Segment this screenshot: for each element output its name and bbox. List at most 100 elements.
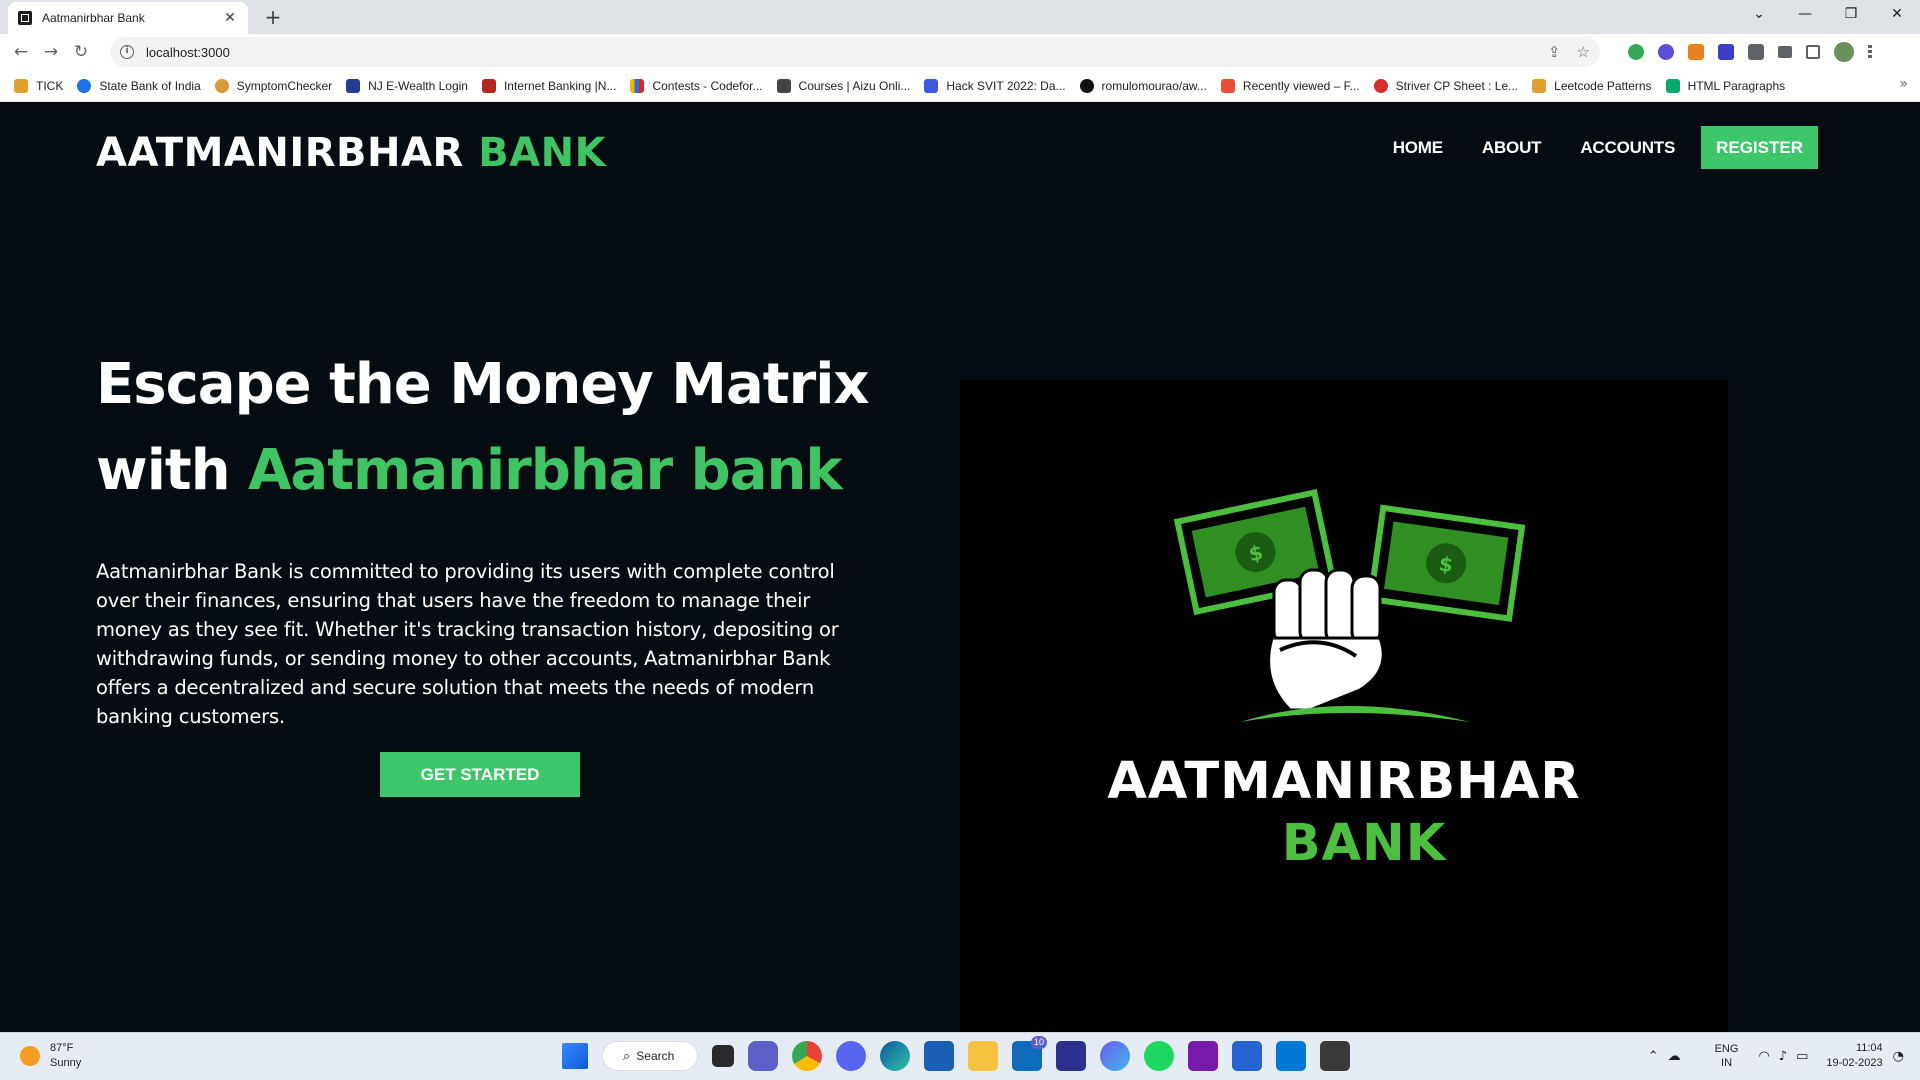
nav-accounts[interactable]: ACCOUNTS: [1580, 138, 1675, 158]
teams-icon[interactable]: [748, 1041, 778, 1071]
bookmark-item[interactable]: Contests - Codefor...: [630, 78, 763, 93]
bookmarks-overflow-icon[interactable]: »: [1899, 76, 1908, 92]
copilot-icon[interactable]: [1100, 1041, 1130, 1071]
tab-close-icon[interactable]: ✕: [222, 10, 238, 26]
chevron-up-icon[interactable]: ⌃: [1648, 1049, 1659, 1064]
notification-bell-icon[interactable]: ◔: [1893, 1049, 1904, 1064]
hero-description: Aatmanirbhar Bank is committed to provid…: [96, 560, 839, 728]
bookmark-star-icon[interactable]: ☆: [1577, 43, 1590, 61]
bookmark-item[interactable]: Striver CP Sheet : Le...: [1373, 78, 1518, 93]
browser-tab-active[interactable]: Aatmanirbhar Bank ✕: [8, 2, 248, 34]
edge-icon[interactable]: [880, 1041, 910, 1071]
hero-title-with: with: [96, 438, 231, 503]
bookmark-favicon-icon: [1665, 78, 1680, 93]
bookmark-favicon-icon: [346, 78, 361, 93]
swoosh-icon: [1240, 706, 1470, 722]
nav-about[interactable]: ABOUT: [1482, 138, 1542, 158]
extension-hex-icon[interactable]: [1718, 44, 1734, 60]
bookmark-favicon-icon: [1373, 78, 1388, 93]
extensions-puzzle-icon[interactable]: [1748, 44, 1764, 60]
chrome-menu-icon[interactable]: [1868, 45, 1872, 59]
logo-word-accent: BANK: [1281, 814, 1447, 873]
minimize-button[interactable]: —: [1782, 0, 1828, 30]
bookmark-favicon-icon: [14, 78, 28, 93]
hero-title-line2: with Aatmanirbhar bank: [96, 428, 916, 514]
task-view-icon[interactable]: [712, 1045, 734, 1067]
file-explorer-icon[interactable]: [968, 1041, 998, 1071]
bookmark-item[interactable]: NJ E-Wealth Login: [346, 78, 468, 93]
brand-accent: BANK: [478, 130, 607, 176]
url-text[interactable]: localhost:3000: [146, 45, 230, 60]
reload-icon[interactable]: ↻: [66, 37, 96, 67]
bookmark-item[interactable]: Internet Banking |N...: [481, 78, 616, 93]
metamask-icon[interactable]: [1688, 44, 1704, 60]
onenote-icon[interactable]: [1188, 1041, 1218, 1071]
nav-home[interactable]: HOME: [1393, 138, 1443, 158]
weather-widget[interactable]: 87°F Sunny: [20, 1041, 81, 1071]
bookmark-favicon-icon: [481, 78, 496, 93]
bookmark-item[interactable]: SymptomChecker: [214, 78, 332, 93]
clock-time: 11:04: [1855, 1042, 1883, 1054]
bookmark-item[interactable]: Courses | Aizu Onli...: [776, 78, 910, 93]
register-button[interactable]: REGISTER: [1701, 126, 1818, 169]
language-indicator[interactable]: ENG IN: [1715, 1042, 1739, 1070]
weather-desc: Sunny: [50, 1057, 82, 1069]
back-icon[interactable]: ←: [6, 37, 36, 67]
tab-search-icon[interactable]: ⌄: [1736, 0, 1782, 30]
vscode-icon[interactable]: [1276, 1041, 1306, 1071]
hero-logo-image: $ $ AATMANIRBHAR BANK: [960, 380, 1728, 1032]
clock[interactable]: 11:04 19-02-2023: [1826, 1041, 1882, 1071]
profile-avatar[interactable]: [1834, 42, 1854, 62]
site-info-icon[interactable]: i: [120, 45, 134, 59]
mail-icon[interactable]: 10: [1012, 1036, 1047, 1071]
share-icon[interactable]: ⇪: [1548, 43, 1561, 61]
lang-code: ENG: [1714, 1043, 1739, 1055]
side-panel-icon[interactable]: [1806, 45, 1820, 59]
logo-word-primary: AATMANIRBHAR: [1107, 752, 1581, 811]
main-nav: HOME ABOUT ACCOUNTS REGISTER: [1354, 126, 1818, 169]
extension-green-icon[interactable]: [1628, 44, 1644, 60]
reading-list-icon[interactable]: [1778, 46, 1792, 58]
new-tab-button[interactable]: +: [260, 4, 286, 30]
windows-start-icon[interactable]: [562, 1043, 588, 1069]
app-window-icon[interactable]: [1320, 1041, 1350, 1071]
restore-button[interactable]: ❐: [1828, 0, 1874, 30]
bookmark-item[interactable]: Leetcode Patterns: [1532, 78, 1652, 93]
bookmark-item[interactable]: State Bank of India: [77, 78, 201, 93]
bookmark-item[interactable]: romulomourao/aw...: [1079, 78, 1207, 93]
whiteboard-icon[interactable]: [1056, 1041, 1086, 1071]
bookmark-favicon-icon: [776, 78, 791, 93]
battery-icon[interactable]: ▭: [1796, 1049, 1808, 1064]
windows-taskbar: 87°F Sunny ⌕ Search 10 ⌃ ☁ ENG IN ◠ ♪ ▭ …: [0, 1032, 1920, 1080]
brand-primary: AATMANIRBHAR: [96, 130, 464, 176]
close-window-button[interactable]: ✕: [1874, 0, 1920, 30]
bookmark-item[interactable]: Recently viewed – F...: [1220, 78, 1360, 93]
bookmark-item[interactable]: TICK: [14, 78, 63, 93]
taskbar-apps: ⌕ Search 10: [562, 1036, 1350, 1071]
address-bar[interactable]: i localhost:3000 ⇪ ☆: [110, 37, 1600, 67]
get-started-button[interactable]: GET STARTED: [380, 752, 580, 797]
store-icon[interactable]: [924, 1041, 954, 1071]
chrome-icon[interactable]: [792, 1041, 822, 1071]
volume-icon[interactable]: ♪: [1779, 1049, 1787, 1064]
forward-icon[interactable]: →: [36, 37, 66, 67]
todo-icon[interactable]: [1232, 1041, 1262, 1071]
bookmark-item[interactable]: HTML Paragraphs: [1665, 78, 1785, 93]
bookmark-item[interactable]: Hack SVIT 2022: Da...: [924, 78, 1066, 93]
page-content: AATMANIRBHAR BANK HOME ABOUT ACCOUNTS RE…: [0, 102, 1920, 1032]
tab-favicon-icon: [18, 11, 32, 25]
hero-title-accent: Aatmanirbhar bank: [248, 438, 843, 503]
tab-title: Aatmanirbhar Bank: [42, 11, 145, 25]
bookmark-favicon-icon: [1079, 78, 1094, 93]
discord-icon[interactable]: [836, 1041, 866, 1071]
taskbar-search[interactable]: ⌕ Search: [602, 1041, 698, 1071]
site-logo[interactable]: AATMANIRBHAR BANK: [96, 130, 606, 176]
spotify-icon[interactable]: [1144, 1041, 1174, 1071]
bookmark-favicon-icon: [1220, 78, 1235, 93]
wifi-icon[interactable]: ◠: [1758, 1049, 1769, 1064]
cloud-icon[interactable]: ☁: [1668, 1049, 1681, 1064]
hero-title: Escape the Money Matrix with Aatmanirbha…: [96, 342, 916, 514]
extension-purple-icon[interactable]: [1658, 44, 1674, 60]
sunny-icon: [20, 1046, 40, 1066]
bookmark-favicon-icon: [214, 78, 229, 93]
